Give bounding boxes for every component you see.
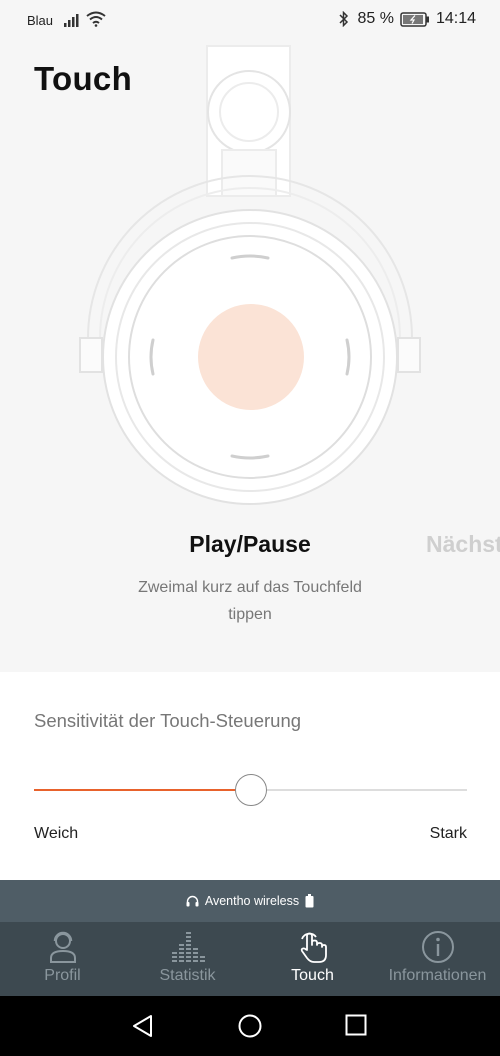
touch-hand-icon bbox=[300, 932, 327, 963]
wifi-icon bbox=[86, 11, 106, 27]
gesture-description: Zweimal kurz auf das Touchfeld tippen bbox=[138, 579, 362, 623]
touch-gesture-indicator bbox=[198, 304, 304, 410]
tab-profil[interactable]: Profil bbox=[0, 922, 125, 996]
connected-device-bar[interactable]: Aventho wireless bbox=[0, 880, 500, 922]
battery-icon bbox=[400, 11, 429, 27]
statistics-icon bbox=[171, 932, 205, 962]
next-gesture-title[interactable]: Nächste bbox=[426, 531, 500, 558]
tab-label: Informationen bbox=[388, 967, 487, 984]
tab-label: Touch bbox=[291, 967, 334, 984]
status-right: 85 % 14:14 bbox=[337, 10, 476, 28]
profile-icon bbox=[49, 931, 76, 963]
signal-icon bbox=[64, 14, 79, 27]
bottom-tab-bar: Profil Statistik Touch Informationen bbox=[0, 922, 500, 996]
page-title: Touch bbox=[34, 60, 133, 97]
tab-touch[interactable]: Touch bbox=[250, 922, 375, 996]
tab-informationen[interactable]: Informationen bbox=[375, 922, 500, 996]
device-name: Aventho wireless bbox=[204, 894, 300, 908]
clock: 14:14 bbox=[435, 10, 476, 27]
battery-percent: 85 % bbox=[357, 10, 394, 27]
back-icon[interactable] bbox=[131, 1014, 155, 1038]
headphones-icon bbox=[186, 895, 199, 907]
status-bar: Blau 85 % 14:14 bbox=[0, 0, 500, 44]
sensitivity-label: Sensitivität der Touch-Steuerung bbox=[34, 710, 302, 731]
sensitivity-panel: Sensitivität der Touch-Steuerung Weich S… bbox=[0, 672, 500, 880]
info-icon bbox=[421, 931, 454, 963]
gesture-title[interactable]: Play/Pause bbox=[0, 531, 500, 558]
recents-icon[interactable] bbox=[345, 1014, 367, 1036]
tab-label: Statistik bbox=[159, 967, 216, 984]
sensitivity-slider-fill bbox=[34, 789, 251, 791]
bluetooth-icon bbox=[339, 11, 349, 27]
sensitivity-slider-thumb[interactable] bbox=[234, 774, 267, 806]
slider-min-label: Weich bbox=[34, 825, 79, 842]
tab-label: Profil bbox=[44, 967, 81, 984]
carrier-name: Blau bbox=[27, 13, 54, 28]
system-navigation-bar bbox=[0, 996, 500, 1056]
home-icon[interactable] bbox=[238, 1014, 262, 1038]
device-battery-icon bbox=[305, 894, 314, 908]
tab-statistik[interactable]: Statistik bbox=[125, 922, 250, 996]
slider-max-label: Stark bbox=[429, 825, 467, 842]
